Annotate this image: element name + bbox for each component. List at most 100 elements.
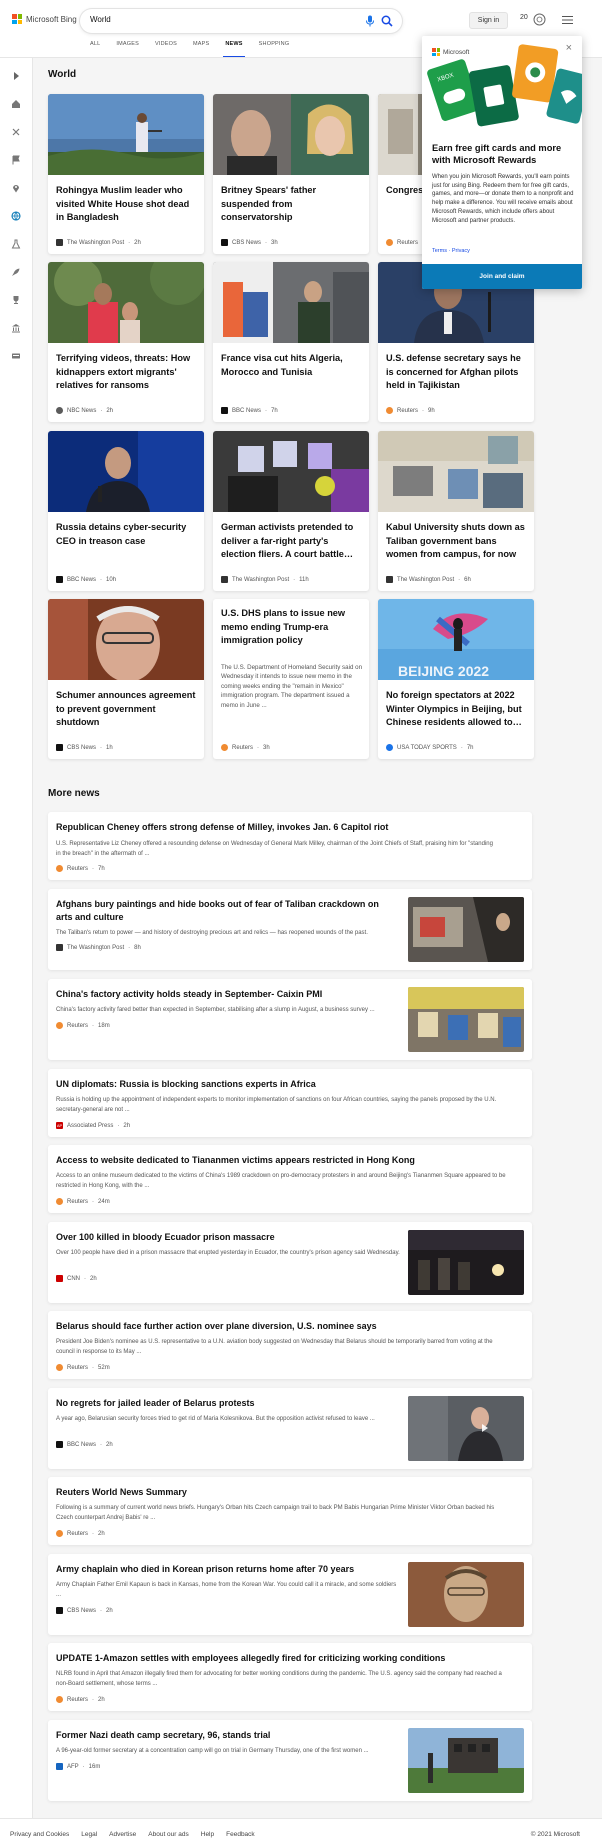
washington-post-logo-icon	[386, 576, 393, 583]
science-icon[interactable]	[10, 238, 22, 250]
sparkle-icon[interactable]	[10, 126, 22, 138]
news-snippet: China's factory activity fared better th…	[56, 1007, 375, 1013]
card-title[interactable]: Rohingya Muslim leader who visited White…	[56, 184, 196, 225]
news-list-item[interactable]: UN diplomats: Russia is blocking sanctio…	[48, 1069, 532, 1137]
rocket-icon[interactable]	[10, 266, 22, 278]
news-snippet: Following is a summary of current world …	[56, 1505, 495, 1521]
close-icon[interactable]: ×	[566, 42, 572, 54]
news-title[interactable]: Former Nazi death camp secretary, 96, st…	[56, 1729, 270, 1742]
bing-logo[interactable]: Microsoft Bing	[12, 14, 77, 24]
news-list-item[interactable]: UPDATE 1-Amazon settles with employees a…	[48, 1643, 532, 1711]
news-thumbnail	[408, 1396, 524, 1461]
source-name: CBS News	[67, 744, 97, 751]
news-title[interactable]: Over 100 killed in bloody Ecuador prison…	[56, 1231, 275, 1244]
footer-link-help[interactable]: Help	[201, 1831, 214, 1838]
trophy-icon[interactable]	[10, 294, 22, 306]
card-title[interactable]: Britney Spears' father suspended from co…	[221, 184, 361, 225]
footer-link-privacy[interactable]: Privacy and Cookies	[10, 1831, 69, 1838]
footer-link-legal[interactable]: Legal	[81, 1831, 97, 1838]
news-title[interactable]: UN diplomats: Russia is blocking sanctio…	[56, 1078, 316, 1091]
news-list-item[interactable]: No regrets for jailed leader of Belarus …	[48, 1388, 532, 1469]
hamburger-menu-icon[interactable]	[562, 15, 573, 25]
home-icon[interactable]	[10, 98, 22, 110]
card-title[interactable]: Russia detains cyber-security CEO in tre…	[56, 521, 196, 548]
card-source: The Washington Post · 6h	[386, 576, 471, 583]
news-title[interactable]: Reuters World News Summary	[56, 1486, 187, 1499]
card-title[interactable]: U.S. defense secretary says he is concer…	[386, 352, 526, 393]
news-title[interactable]: Republican Cheney offers strong defense …	[56, 821, 388, 834]
reuters-logo-icon	[386, 239, 393, 246]
news-card[interactable]: Kabul University shuts down as Taliban g…	[378, 431, 534, 591]
footer-link-feedback[interactable]: Feedback	[226, 1831, 255, 1838]
news-title[interactable]: No regrets for jailed leader of Belarus …	[56, 1397, 255, 1410]
card-title[interactable]: U.S. DHS plans to issue new memo ending …	[221, 607, 361, 648]
bank-icon[interactable]	[10, 322, 22, 334]
privacy-link[interactable]: Privacy	[452, 248, 470, 254]
news-title[interactable]: Access to website dedicated to Tiananmen…	[56, 1154, 415, 1167]
news-list-item[interactable]: Reuters World News Summary Following is …	[48, 1477, 532, 1545]
microsoft-brand: Microsoft	[432, 48, 469, 56]
bbc-news-logo-icon	[56, 576, 63, 583]
card-title[interactable]: Kabul University shuts down as Taliban g…	[386, 521, 526, 562]
news-card[interactable]: Russia detains cyber-security CEO in tre…	[48, 431, 204, 591]
footer-link-about-ads[interactable]: About our ads	[148, 1831, 188, 1838]
news-card[interactable]: Britney Spears' father suspended from co…	[213, 94, 369, 254]
rewards-points[interactable]: 20	[520, 14, 528, 21]
news-list-item[interactable]: Army chaplain who died in Korean prison …	[48, 1554, 532, 1635]
news-card[interactable]: German activists pretended to deliver a …	[213, 431, 369, 591]
join-and-claim-button[interactable]: Join and claim	[422, 264, 582, 289]
news-card[interactable]: Schumer announces agreement to prevent g…	[48, 599, 204, 759]
card-source: CBS News · 1h	[56, 744, 113, 751]
news-title[interactable]: UPDATE 1-Amazon settles with employees a…	[56, 1652, 445, 1665]
sign-in-button[interactable]: Sign in	[469, 12, 508, 29]
news-card-text[interactable]: U.S. DHS plans to issue new memo ending …	[213, 599, 369, 759]
timestamp: 24m	[98, 1198, 110, 1205]
news-title[interactable]: Afghans bury paintings and hide books ou…	[56, 898, 396, 924]
expand-rail-icon[interactable]	[10, 70, 22, 82]
source-name: The Washington Post	[67, 944, 125, 951]
card-title[interactable]: France visa cut hits Algeria, Morocco an…	[221, 352, 361, 379]
card-title[interactable]: Schumer announces agreement to prevent g…	[56, 689, 196, 730]
location-pin-icon[interactable]	[10, 182, 22, 194]
news-list-item[interactable]: Former Nazi death camp secretary, 96, st…	[48, 1720, 532, 1801]
tab-videos[interactable]: VIDEOS	[147, 38, 185, 56]
flag-icon[interactable]	[10, 154, 22, 166]
timestamp: 3h	[263, 744, 270, 751]
card-title[interactable]: German activists pretended to deliver a …	[221, 521, 361, 562]
news-list-item[interactable]: Access to website dedicated to Tiananmen…	[48, 1145, 532, 1213]
search-icon[interactable]	[381, 15, 393, 27]
news-thumbnail	[408, 987, 524, 1052]
news-source: Reuters · 18m	[56, 1022, 110, 1029]
footer-link-advertise[interactable]: Advertise	[109, 1831, 136, 1838]
news-title[interactable]: Army chaplain who died in Korean prison …	[56, 1563, 354, 1576]
card-title[interactable]: Terrifying videos, threats: How kidnappe…	[56, 352, 196, 393]
tab-shopping[interactable]: SHOPPING	[251, 38, 298, 56]
news-card[interactable]: Rohingya Muslim leader who visited White…	[48, 94, 204, 254]
search-input[interactable]: World	[90, 15, 111, 24]
news-list-item[interactable]: Belarus should face further action over …	[48, 1311, 532, 1379]
tab-maps[interactable]: MAPS	[185, 38, 217, 56]
terms-link[interactable]: Terms	[432, 248, 447, 254]
news-list-item[interactable]: China's factory activity holds steady in…	[48, 979, 532, 1060]
news-list-item[interactable]: Afghans bury paintings and hide books ou…	[48, 889, 532, 970]
news-list-item[interactable]: Over 100 killed in bloody Ecuador prison…	[48, 1222, 532, 1303]
reuters-logo-icon	[56, 1198, 63, 1205]
news-card[interactable]: France visa cut hits Algeria, Morocco an…	[213, 262, 369, 422]
news-card[interactable]: BEIJING 2022 No foreign spectators at 20…	[378, 599, 534, 759]
tab-images[interactable]: IMAGES	[108, 38, 147, 56]
source-name: The Washington Post	[67, 239, 125, 246]
news-card[interactable]: Terrifying videos, threats: How kidnappe…	[48, 262, 204, 422]
tab-news[interactable]: NEWS	[217, 38, 250, 58]
timestamp: 2h	[106, 407, 114, 414]
news-title[interactable]: Belarus should face further action over …	[56, 1320, 377, 1333]
washington-post-logo-icon	[221, 576, 228, 583]
news-title[interactable]: China's factory activity holds steady in…	[56, 988, 322, 1001]
video-icon[interactable]	[10, 350, 22, 362]
news-list-item[interactable]: Republican Cheney offers strong defense …	[48, 812, 532, 880]
rewards-medal-icon[interactable]	[533, 13, 546, 26]
globe-icon[interactable]	[10, 210, 22, 222]
search-box[interactable]: World	[80, 9, 402, 33]
card-title[interactable]: No foreign spectators at 2022 Winter Oly…	[386, 689, 526, 730]
microphone-icon[interactable]	[365, 15, 375, 27]
tab-all[interactable]: ALL	[82, 38, 108, 56]
